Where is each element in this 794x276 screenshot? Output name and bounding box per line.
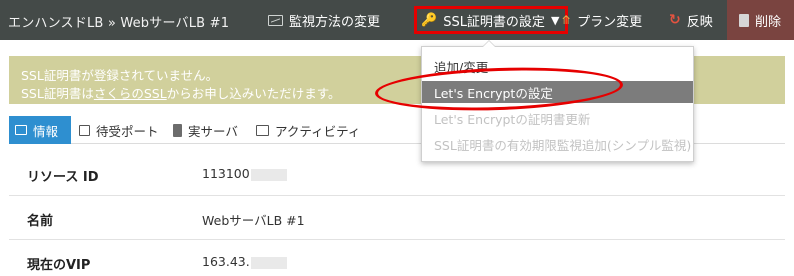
tab-info-label: 情報 bbox=[33, 123, 59, 139]
menu-item-lets-encrypt-renew: Let's Encryptの証明書更新 bbox=[434, 111, 591, 127]
current-vip-value: 163.43. bbox=[202, 254, 287, 269]
resource-id-text: 113100 bbox=[202, 166, 250, 181]
refresh-icon: ↻ bbox=[669, 12, 681, 28]
alert-text-pre: SSL証明書は bbox=[21, 86, 94, 101]
sakura-ssl-link[interactable]: さくらのSSL bbox=[94, 86, 167, 101]
current-vip-label: 現在のVIP bbox=[27, 258, 91, 273]
tab-activity-label: アクティビティ bbox=[275, 123, 361, 139]
ssl-settings-button[interactable]: 🔑 SSL証明書の設定 ▼ bbox=[414, 6, 569, 34]
redacted-mask bbox=[250, 168, 287, 181]
apply-button[interactable]: ↻ 反映 bbox=[669, 0, 713, 40]
tab-listen-port[interactable]: 待受ポート bbox=[79, 116, 159, 144]
port-icon bbox=[79, 124, 90, 136]
delete-button[interactable]: 削除 bbox=[727, 0, 794, 40]
change-plan-button[interactable]: ⤊ プラン変更 bbox=[561, 0, 642, 40]
tab-info[interactable]: 情報 bbox=[9, 116, 71, 144]
name-row: 名前 WebサーバLB #1 bbox=[9, 196, 785, 240]
change-plan-label: プラン変更 bbox=[577, 14, 643, 30]
change-monitor-button[interactable]: 監視方法の変更 bbox=[268, 0, 380, 40]
resource-id-label: リソース ID bbox=[27, 170, 99, 185]
signpost-icon: ⤊ bbox=[561, 13, 572, 27]
menu-item-lets-encrypt-settings[interactable]: Let's Encryptの設定 bbox=[422, 81, 693, 103]
name-label: 名前 bbox=[27, 214, 54, 229]
apply-label: 反映 bbox=[686, 14, 713, 30]
redacted-mask bbox=[250, 256, 287, 269]
caret-down-icon: ▼ bbox=[550, 13, 560, 27]
trash-icon bbox=[739, 13, 749, 27]
ssl-settings-menu: 追加/変更 Let's Encryptの設定 Let's Encryptの証明書… bbox=[421, 40, 694, 162]
name-value: WebサーバLB #1 bbox=[202, 213, 305, 228]
current-vip-text: 163.43. bbox=[202, 254, 250, 269]
key-icon: 🔑 bbox=[421, 12, 438, 28]
activity-monitor-icon bbox=[256, 124, 269, 136]
tab-activity[interactable]: アクティビティ bbox=[256, 116, 360, 144]
tab-real-server[interactable]: 実サーバ bbox=[173, 116, 238, 144]
menu-item-add-change[interactable]: 追加/変更 bbox=[422, 55, 693, 77]
breadcrumb: エンハンスドLB » WebサーバLB #1 bbox=[8, 16, 230, 31]
alert-text-post: からお申し込みいただけます。 bbox=[166, 86, 341, 101]
delete-label: 削除 bbox=[755, 14, 782, 30]
menu-item-ssl-expiry-monitor: SSL証明書の有効期限監視追加(シンプル監視) bbox=[434, 137, 692, 153]
resource-id-value: 113100 bbox=[202, 166, 287, 181]
tab-listen-port-label: 待受ポート bbox=[96, 123, 159, 139]
tab-real-server-label: 実サーバ bbox=[188, 123, 238, 139]
current-vip-row: 現在のVIP 163.43. bbox=[9, 240, 785, 276]
change-monitor-label: 監視方法の変更 bbox=[289, 14, 381, 30]
top-toolbar: エンハンスドLB » WebサーバLB #1 監視方法の変更 🔑 SSL証明書の… bbox=[0, 0, 794, 40]
monitor-chart-icon bbox=[268, 14, 283, 26]
ssl-settings-label: SSL証明書の設定 bbox=[443, 14, 545, 30]
alert-line-2: SSL証明書はさくらのSSLからお申し込みいただけます。 bbox=[21, 83, 340, 102]
info-card-icon bbox=[15, 125, 27, 135]
alert-line-1: SSL証明書が登録されていません。 bbox=[21, 68, 219, 83]
server-icon bbox=[173, 123, 182, 137]
